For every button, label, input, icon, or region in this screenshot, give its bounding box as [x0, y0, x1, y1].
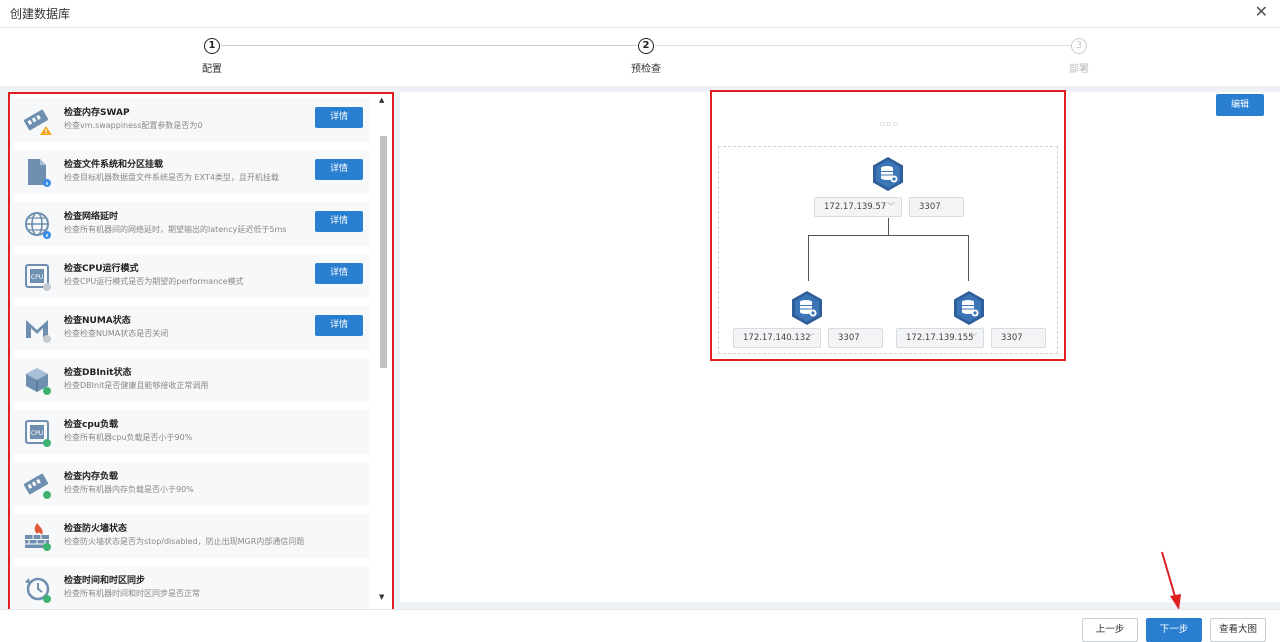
tree-line [888, 218, 889, 236]
step-number: 3 [1071, 38, 1087, 54]
primary-ip-value: 172.17.139.57 [824, 202, 887, 212]
svg-text:CPU: CPU [31, 430, 43, 437]
check-description: 检查检查NUMA状态是否关闭 [64, 329, 169, 338]
replica-ip-value: 172.17.139.155 [906, 333, 974, 343]
chevron-down-icon: ﹀ [806, 333, 814, 342]
cpu-icon: CPU [25, 420, 51, 447]
scroll-up-icon[interactable]: ▲ [379, 96, 384, 104]
check-item: 检查网络延时检查所有机器间的网络延时，期望输出的latency延迟低于5ms 详情 [13, 202, 369, 246]
detail-button[interactable]: 详情 [315, 159, 363, 180]
check-title: 检查内存负载 [64, 472, 119, 482]
dialog-footer: 上一步 下一步 查看大图 [0, 609, 1280, 642]
next-button[interactable]: 下一步 [1146, 618, 1202, 642]
step-precheck: 2 预检查 [606, 38, 686, 75]
check-title: 检查网络延时 [64, 212, 119, 222]
detail-button[interactable]: 详情 [315, 315, 363, 336]
cpu-icon: CPU [25, 264, 51, 291]
check-item: 检查内存负载检查所有机器内存负载是否小于90% [13, 462, 369, 506]
replica-ip-select[interactable]: 172.17.139.155 ﹀ [896, 328, 984, 348]
check-item: CPU 检查cpu负载检查所有机器cpu负载是否小于90% [13, 410, 369, 454]
tree-line [968, 235, 969, 281]
topology-diagram: ▫▫▫ 172.17.139.57 ﹀ 3307 172.17.140.132 … [710, 90, 1066, 361]
step-label: 部署 [1069, 64, 1089, 75]
check-title: 检查防火墙状态 [64, 524, 128, 534]
step-connector [221, 45, 637, 46]
step-connector [655, 45, 1072, 46]
globe-icon [25, 212, 51, 239]
database-primary-icon[interactable] [871, 156, 905, 192]
tree-line [808, 235, 969, 236]
scroll-down-icon[interactable]: ▼ [379, 593, 384, 601]
check-item: 检查时间和时区同步检查所有机器时间和时区同步是否正常 [13, 566, 369, 610]
replica-ip-select[interactable]: 172.17.140.132 ﹀ [733, 328, 821, 348]
primary-port-field[interactable]: 3307 [909, 197, 964, 217]
check-title: 检查CPU运行模式 [64, 264, 139, 274]
check-description: 检查防火墙状态是否为stop/disabled，防止出现MGR内部通信问题 [64, 537, 305, 546]
svg-text:CPU: CPU [31, 274, 43, 281]
drag-handle-icon[interactable]: ▫▫▫ [880, 119, 899, 128]
check-description: 检查所有机器cpu负载是否小于90% [64, 433, 193, 442]
database-replica-icon[interactable] [952, 290, 986, 326]
replica-ip-value: 172.17.140.132 [743, 333, 811, 343]
clock-icon [25, 577, 51, 603]
step-indicator: 1 配置 2 预检查 3 部署 [0, 28, 1280, 86]
numa-icon [26, 320, 51, 343]
chevron-down-icon: ﹀ [887, 202, 895, 211]
scroll-thumb[interactable] [380, 136, 387, 368]
detail-button[interactable]: 详情 [315, 263, 363, 284]
check-item: CPU 检查CPU运行模式检查CPU运行模式是否为期望的performance模式… [13, 254, 369, 298]
check-description: 检查CPU运行模式是否为期望的performance模式 [64, 277, 244, 286]
check-title: 检查cpu负载 [64, 420, 119, 430]
edit-button[interactable]: 编辑 [1216, 94, 1264, 116]
tree-line [808, 235, 809, 281]
check-description: 检查目标机器数据盘文件系统是否为 EXT4类型，且开机挂载 [64, 173, 279, 182]
file-icon [28, 159, 51, 187]
check-item: 检查DBInit状态检查DBInit是否健康且能够接收正常调用 [13, 358, 369, 402]
view-large-button[interactable]: 查看大图 [1210, 618, 1266, 642]
check-description: 检查DBInit是否健康且能够接收正常调用 [64, 381, 209, 390]
detail-button[interactable]: 详情 [315, 107, 363, 128]
check-item: 检查NUMA状态检查检查NUMA状态是否关闭 详情 [13, 306, 369, 350]
check-title: 检查文件系统和分区挂载 [64, 160, 164, 170]
step-number: 1 [204, 38, 220, 54]
cube-icon [26, 368, 51, 395]
memory-icon [23, 109, 52, 135]
step-config: 1 配置 [172, 38, 252, 75]
prev-button[interactable]: 上一步 [1082, 618, 1138, 642]
annotation-arrow-icon [1161, 551, 1181, 610]
check-item: 检查防火墙状态检查防火墙状态是否为stop/disabled，防止出现MGR内部… [13, 514, 369, 558]
replica-port-field[interactable]: 3307 [991, 328, 1046, 348]
precheck-list: 检查内存SWAP 检查vm.swappiness配置参数是否为0 详情 检查文件系统和… [8, 92, 394, 612]
dialog-title: 创建数据库 [10, 7, 71, 21]
check-description: 检查所有机器间的网络延时，期望输出的latency延迟低于5ms [64, 225, 287, 234]
check-title: 检查内存SWAP [64, 108, 130, 118]
check-description: 检查所有机器时间和时区同步是否正常 [64, 589, 200, 598]
check-item: 检查内存SWAP 检查vm.swappiness配置参数是否为0 详情 [13, 98, 369, 142]
close-icon[interactable]: ✕ [1255, 3, 1268, 21]
check-title: 检查时间和时区同步 [64, 576, 146, 586]
replica-port-field[interactable]: 3307 [828, 328, 883, 348]
primary-ip-select[interactable]: 172.17.139.57 ﹀ [814, 197, 902, 217]
firewall-icon [25, 523, 51, 551]
step-label: 配置 [202, 64, 222, 75]
memory-icon [23, 473, 51, 499]
check-description: 检查所有机器内存负载是否小于90% [64, 485, 194, 494]
check-description: 检查vm.swappiness配置参数是否为0 [64, 121, 203, 130]
detail-button[interactable]: 详情 [315, 211, 363, 232]
topology-area: 编辑 ▫▫▫ 172.17.139.57 ﹀ 3307 172.17.140.1… [400, 90, 1280, 602]
step-label: 预检查 [631, 64, 661, 75]
check-title: 检查NUMA状态 [64, 316, 131, 326]
check-title: 检查DBInit状态 [64, 368, 132, 378]
topology-group: 172.17.139.57 ﹀ 3307 172.17.140.132 ﹀ 33 [718, 146, 1058, 354]
dialog-titlebar: 创建数据库 ✕ [0, 0, 1280, 28]
scrollbar[interactable]: ▲ ▼ [378, 94, 388, 610]
check-item: 检查文件系统和分区挂载检查目标机器数据盘文件系统是否为 EXT4类型，且开机挂载… [13, 150, 369, 194]
chevron-down-icon: ﹀ [969, 333, 977, 342]
step-deploy: 3 部署 [1039, 38, 1119, 75]
database-replica-icon[interactable] [790, 290, 824, 326]
step-number: 2 [638, 38, 654, 54]
